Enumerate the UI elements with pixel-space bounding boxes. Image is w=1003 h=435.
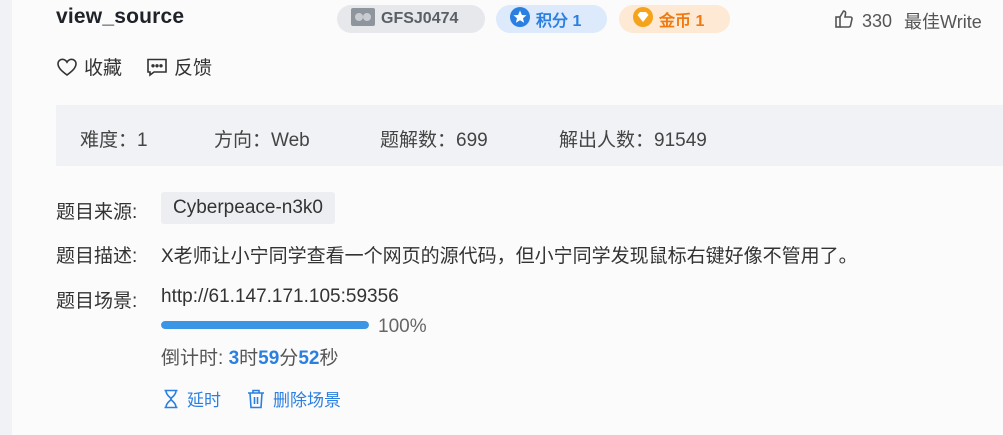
scene-progress-text: 100%	[378, 316, 427, 337]
challenge-id-badge: GFSJ0474	[337, 5, 485, 33]
source-label: 题目来源:	[56, 202, 138, 223]
delete-scene-button[interactable]: 删除场景	[247, 386, 341, 411]
countdown: 倒计时: 3时59分52秒	[161, 343, 338, 370]
description-text: X老师让小宁同学查看一个网页的源代码，但小宁同学发现鼠标右键好像不管用了。	[161, 246, 858, 267]
countdown-seconds-unit: 秒	[319, 348, 339, 369]
favorite-label: 收藏	[84, 58, 123, 79]
thumbs-up-icon[interactable]	[834, 9, 854, 34]
trash-icon	[248, 389, 264, 408]
countdown-hours: 3	[228, 348, 240, 369]
scene-progress-bar	[161, 321, 369, 329]
favorite-button[interactable]: 收藏	[56, 53, 122, 80]
challenge-title: view_source	[56, 5, 185, 28]
extend-time-label: 延时	[187, 391, 221, 410]
score-badge: 积分 1	[496, 5, 607, 33]
score-icon	[510, 6, 530, 32]
scene-progress-fill	[161, 321, 369, 329]
scene-label: 题目场景:	[56, 291, 138, 312]
best-writeup-link[interactable]: 最佳Write	[904, 8, 982, 34]
solvers-stat: 解出人数：91549	[559, 130, 707, 151]
extend-time-button[interactable]: 延时	[163, 386, 221, 411]
stats-bar: 难度：1 方向：Web 题解数：699 解出人数：91549	[56, 105, 1003, 166]
gold-coin-icon	[633, 6, 653, 32]
hourglass-icon	[164, 389, 178, 408]
heart-icon	[57, 57, 77, 76]
countdown-seconds: 52	[298, 348, 320, 369]
feedback-icon	[147, 58, 167, 77]
feedback-button[interactable]: 反馈	[146, 53, 212, 80]
countdown-minutes-unit: 分	[279, 348, 299, 369]
delete-scene-label: 删除场景	[273, 391, 341, 410]
score-text: 积分 1	[536, 13, 582, 30]
solves-stat: 题解数：699	[380, 130, 488, 151]
direction-stat: 方向：Web	[214, 130, 310, 151]
gold-text: 金币 1	[659, 13, 705, 30]
countdown-minutes: 59	[258, 348, 280, 369]
countdown-hours-unit: 时	[239, 348, 259, 369]
gold-badge: 金币 1	[619, 5, 730, 33]
source-tag: Cyberpeace-n3k0	[161, 192, 335, 224]
description-label: 题目描述:	[56, 246, 138, 267]
countdown-label: 倒计时:	[161, 348, 229, 369]
scene-actions: 延时 删除场景	[163, 386, 367, 411]
like-count: 330	[862, 10, 893, 31]
scene-url-link[interactable]: http://61.147.171.105:59356	[161, 286, 399, 308]
challenge-id-text: GFSJ0474	[381, 10, 459, 27]
challenge-actions: 收藏 反馈	[56, 53, 236, 80]
difficulty-stat: 难度：1	[80, 130, 148, 151]
challenge-type-icon	[351, 7, 375, 31]
feedback-label: 反馈	[174, 58, 213, 79]
like-area[interactable]: 330 最佳Write	[834, 8, 982, 34]
left-gutter	[0, 0, 12, 435]
